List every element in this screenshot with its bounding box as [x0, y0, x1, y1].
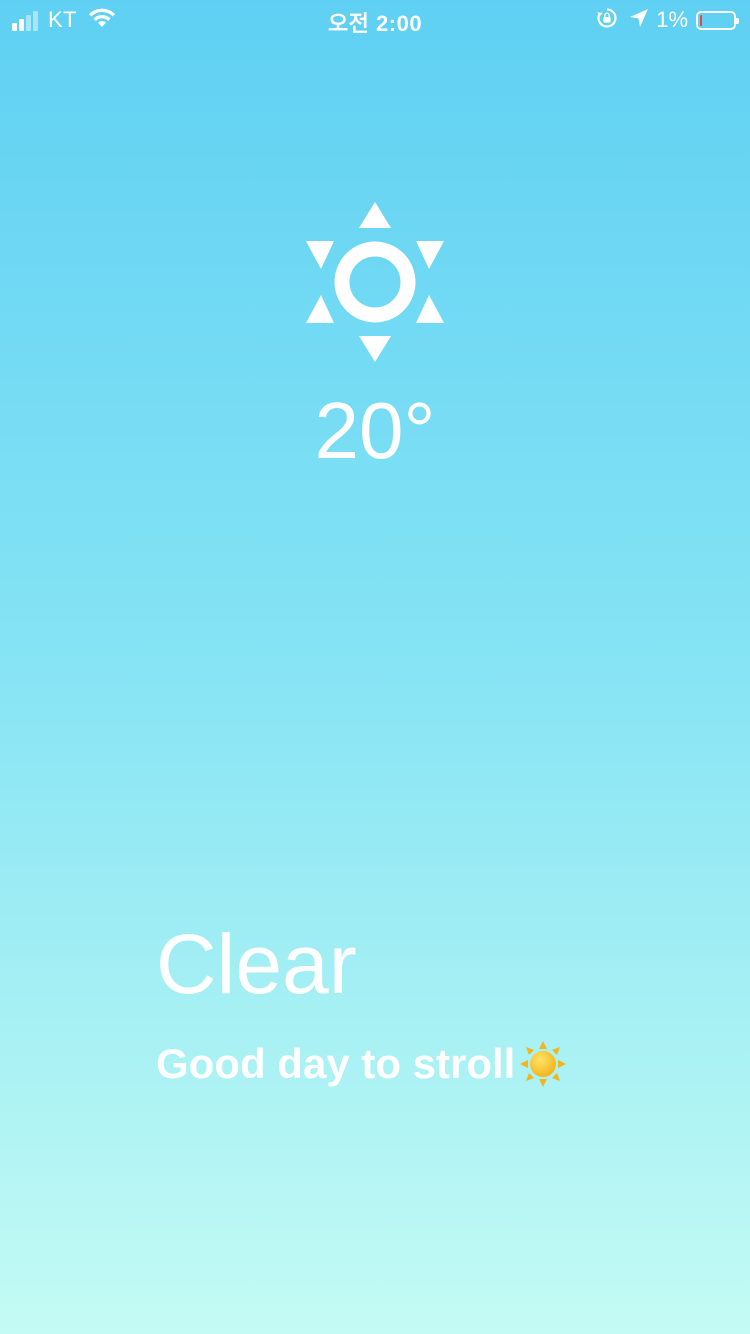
- battery-level: [700, 14, 702, 26]
- location-arrow-icon: [628, 7, 650, 34]
- battery-icon: [696, 10, 739, 30]
- status-bar-right: 1%: [596, 6, 739, 34]
- weather-message: Good day to stroll: [156, 1038, 567, 1090]
- orientation-lock-icon: [596, 7, 618, 34]
- status-bar: KT 오전 2:00 1%: [0, 0, 750, 40]
- temperature-label: 20°: [314, 386, 436, 475]
- weather-condition: Clear: [156, 917, 357, 1011]
- sun-emoji-icon: [519, 1040, 567, 1088]
- sun-icon: [300, 200, 450, 365]
- weather-message-text: Good day to stroll: [156, 1040, 516, 1087]
- battery-percent: 1%: [656, 7, 688, 32]
